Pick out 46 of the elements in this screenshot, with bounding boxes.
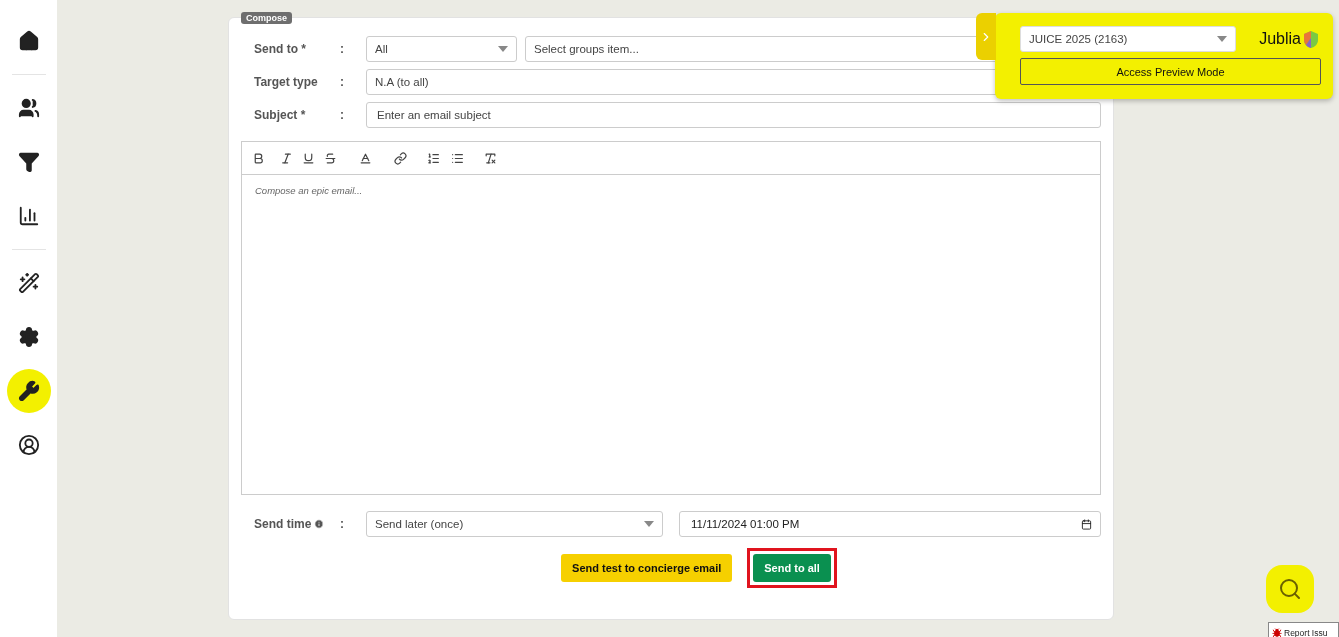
wrench-icon bbox=[17, 380, 40, 402]
shield-icon bbox=[1303, 30, 1319, 48]
caret-icon bbox=[498, 46, 508, 52]
home-icon bbox=[17, 30, 40, 52]
colon: : bbox=[340, 108, 345, 122]
send-test-button[interactable]: Send test to concierge email bbox=[561, 554, 733, 582]
subject-field[interactable]: Enter an email subject bbox=[366, 102, 1101, 128]
bar-chart-icon bbox=[17, 205, 40, 227]
field-label: Send time bbox=[254, 517, 340, 531]
preview-mode-button[interactable]: Access Preview Mode bbox=[1020, 58, 1321, 85]
field-label: Subject * bbox=[254, 108, 307, 122]
colon: : bbox=[340, 42, 345, 56]
field-label: Target type bbox=[254, 75, 319, 89]
info-icon bbox=[314, 519, 325, 529]
ordered-list-icon bbox=[427, 151, 440, 165]
email-body-field[interactable]: Compose an epic email... bbox=[241, 174, 1101, 495]
logo: Jublia bbox=[1259, 30, 1319, 48]
caret-icon bbox=[644, 521, 654, 527]
colon: : bbox=[340, 517, 345, 531]
caret-icon bbox=[1217, 36, 1227, 42]
bug-icon bbox=[1272, 628, 1282, 637]
users-icon bbox=[17, 97, 40, 119]
send-time-select[interactable]: Send later (once) bbox=[366, 511, 663, 537]
clear-format-icon bbox=[484, 151, 497, 165]
datetime-field[interactable]: 11/11/2024 01:00 PM bbox=[679, 511, 1101, 537]
sidebar-item[interactable] bbox=[6, 369, 51, 413]
calendar-icon bbox=[1081, 518, 1092, 530]
underline-icon bbox=[302, 151, 315, 165]
user-icon bbox=[17, 434, 40, 456]
report-issue-button[interactable]: Report Issu bbox=[1268, 622, 1339, 637]
event-select[interactable]: JUICE 2025 (2163) bbox=[1020, 26, 1236, 52]
colon: : bbox=[340, 75, 345, 89]
filter-icon bbox=[17, 151, 40, 173]
search-button[interactable] bbox=[1266, 565, 1314, 613]
bullet-list-icon bbox=[451, 151, 464, 165]
strikethrough-icon bbox=[324, 151, 337, 165]
italic-icon bbox=[280, 151, 293, 165]
bold-icon bbox=[252, 151, 265, 165]
link-icon bbox=[394, 151, 407, 165]
compose-legend: Compose bbox=[241, 12, 292, 24]
send-button[interactable]: Send to all bbox=[753, 554, 831, 582]
magic-wand-icon bbox=[17, 272, 40, 294]
audience-select[interactable]: All bbox=[366, 36, 517, 62]
field-label: Send to * bbox=[254, 42, 307, 56]
text-color-icon bbox=[359, 151, 372, 165]
search-icon bbox=[1278, 577, 1302, 601]
